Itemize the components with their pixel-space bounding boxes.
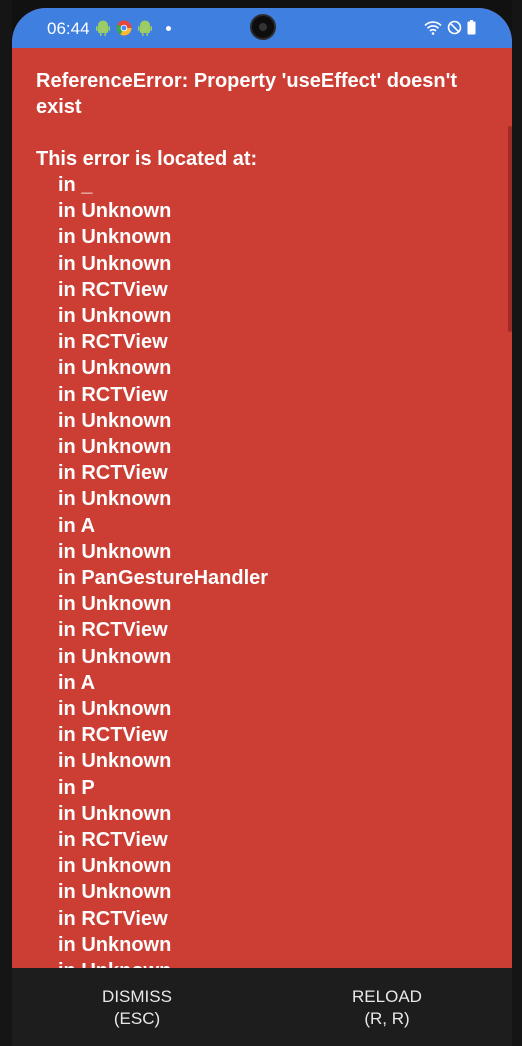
stack-frame: in RCTView [58, 619, 168, 642]
stack-frame: in RCTView [58, 331, 168, 354]
stack-frame: in RCTView [58, 462, 168, 485]
more-notifications-dot [166, 25, 171, 31]
error-location-label: This error is located at: [36, 148, 258, 170]
stack-frame: in Unknown [58, 750, 172, 773]
error-message-area[interactable]: ReferenceError: Property 'useEffect' doe… [12, 48, 512, 968]
stack-frame: in Unknown [58, 252, 172, 275]
reload-shortcut: (R, R) [364, 1009, 410, 1028]
dismiss-button[interactable]: DISMISS (ESC) [12, 968, 262, 1046]
wifi-icon [424, 20, 442, 35]
stack-frame: in Unknown [58, 436, 172, 459]
do-not-disturb-icon [447, 20, 462, 35]
stack-frame: in A [58, 671, 96, 694]
android-icon [138, 20, 152, 36]
stack-frame: in Unknown [58, 958, 268, 968]
stack-frame: in P [58, 776, 95, 799]
front-camera [250, 14, 276, 40]
phone-frame: 06:44 ReferenceError: Property 'useEffec… [0, 0, 522, 1046]
error-title: ReferenceError: Property 'useEffect' doe… [36, 70, 458, 118]
stack-frame: in RCTView [58, 829, 168, 852]
battery-icon [467, 20, 476, 35]
stack-frame: in Unknown [58, 357, 172, 380]
stack-frame: in Unknown [58, 645, 172, 668]
redbox-footer: DISMISS (ESC) RELOAD (R, R) [12, 968, 512, 1046]
stack-frame: in Unknown [58, 200, 172, 223]
reload-button[interactable]: RELOAD (R, R) [262, 968, 512, 1046]
stack-frame: in Unknown [58, 409, 172, 432]
bezel-left [0, 0, 12, 1046]
stack-frame: in Unknown [58, 855, 172, 878]
reload-label: RELOAD [352, 987, 422, 1006]
screen: 06:44 ReferenceError: Property 'useEffec… [12, 8, 512, 1046]
stack-frame: in Unknown [58, 540, 172, 563]
stack-frame: in Unknown [58, 881, 172, 904]
stack-frame: in RCTView [58, 278, 168, 301]
stack-frame: in Unknown [58, 802, 172, 825]
notification-icons [96, 20, 171, 36]
system-icons [424, 20, 476, 35]
stack-frame: in A [58, 514, 96, 537]
dismiss-shortcut: (ESC) [113, 1009, 161, 1028]
stack-frame: in RCTView [58, 724, 168, 747]
stack-frame: in Unknown [58, 698, 172, 721]
bezel-right [512, 0, 522, 1046]
component-stack: in _in Unknown in Unknown in Unknown in RCT… [58, 172, 268, 968]
stack-frame: in Unknown [58, 933, 172, 956]
stack-frame: in Unknown [58, 305, 172, 328]
stack-frame: in Unknown [58, 226, 172, 249]
status-time: 06:44 [47, 19, 90, 38]
android-icon [96, 20, 110, 36]
stack-frame: in PanGestureHandler [58, 567, 269, 590]
chrome-icon [116, 20, 132, 36]
stack-frame: in Unknown [58, 593, 172, 616]
stack-frame: in RCTView [58, 907, 168, 930]
stack-frame: in Unknown [58, 488, 172, 511]
status-bar: 06:44 [12, 8, 512, 48]
stack-frame: in RCTView [58, 383, 168, 406]
dismiss-label: DISMISS [102, 987, 172, 1006]
stack-frame: in _ [58, 174, 93, 196]
